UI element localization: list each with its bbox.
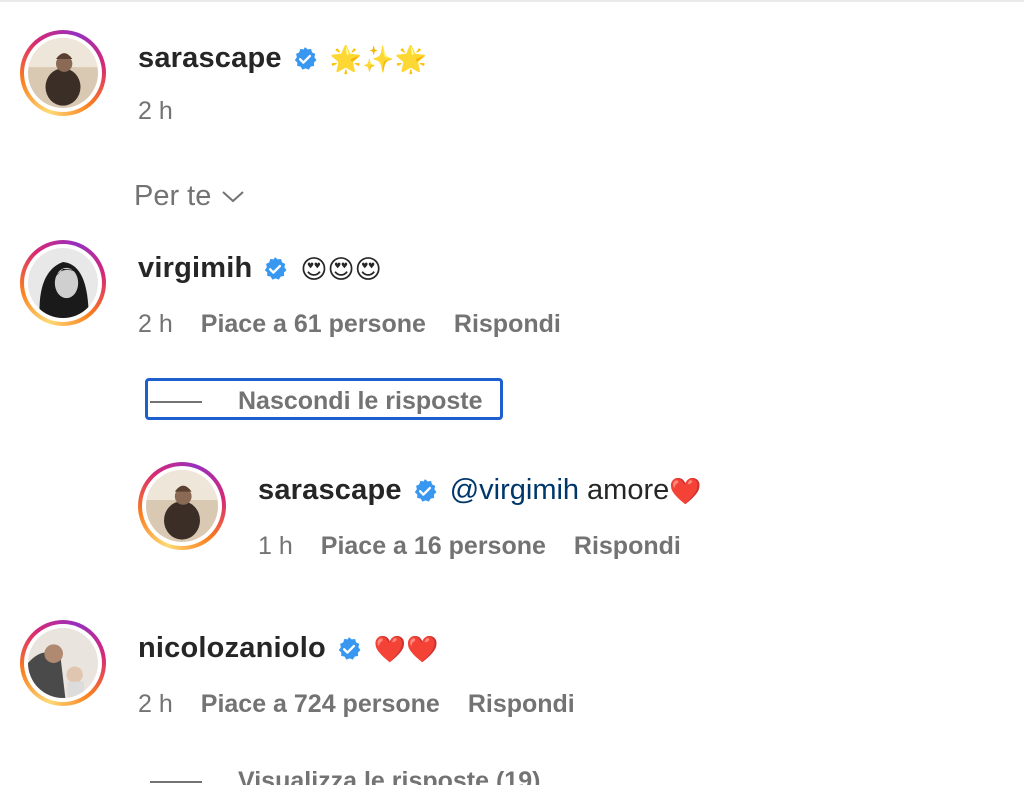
comments-panel: sarascape 🌟✨🌟 2 h Per te virgimih 😍😍😍 2 … [0,0,1024,785]
comment-meta: 2 h Piace a 61 persone Rispondi [138,310,561,339]
avatar[interactable] [138,462,226,550]
mention-link[interactable]: @virgimih [450,474,579,507]
likes-count[interactable]: Piace a 724 persone [201,690,440,719]
reply-button[interactable]: Rispondi [454,310,561,339]
comment-text: 🌟✨🌟 [329,43,427,74]
reply-meta: 1 h Piace a 16 persone Rispondi [258,532,681,561]
username[interactable]: virgimih [138,252,252,285]
view-replies-button[interactable]: Visualizza le risposte (19) [150,767,540,785]
timestamp[interactable]: 2 h [138,310,173,339]
timestamp[interactable]: 1 h [258,532,293,561]
comment-meta: 2 h Piace a 724 persone Rispondi [138,690,575,719]
reply-button[interactable]: Rispondi [574,532,681,561]
likes-count[interactable]: Piace a 61 persone [201,310,426,339]
thread-line [150,400,202,403]
username[interactable]: sarascape [258,474,402,507]
comment-header: nicolozaniolo ❤️❤️ [138,632,439,665]
profile-photo [146,470,218,542]
profile-photo [28,248,98,318]
comment-text: 😍😍😍 [300,253,382,284]
hide-replies-label: Nascondi le risposte [238,387,483,415]
likes-count[interactable]: Piace a 16 persone [321,532,546,561]
heart-emoji: ❤️ [669,475,702,506]
profile-photo [28,38,98,108]
avatar[interactable] [20,240,106,326]
sort-label: Per te [134,180,212,212]
avatar[interactable] [20,620,106,706]
verified-badge-icon [262,256,288,282]
chevron-down-icon [222,190,245,202]
reply-text: amore [587,474,670,506]
username[interactable]: sarascape [138,42,282,75]
timestamp[interactable]: 2 h [138,690,173,719]
comment-text: ❤️❤️ [373,633,439,664]
username[interactable]: nicolozaniolo [138,632,326,665]
comment-header: virgimih 😍😍😍 [138,252,382,285]
verified-badge-icon [336,636,362,662]
reply-header: sarascape @virgimih amore ❤️ [258,474,702,507]
verified-badge-icon [292,46,318,72]
avatar[interactable] [20,30,106,116]
hide-replies-button[interactable]: Nascondi le risposte [150,387,483,416]
comments-sort-dropdown[interactable]: Per te [134,180,245,213]
thread-line [150,780,202,783]
profile-photo [28,628,98,698]
reply-button[interactable]: Rispondi [468,690,575,719]
comment-header: sarascape 🌟✨🌟 [138,42,427,75]
verified-badge-icon [412,478,438,504]
view-replies-label: Visualizza le risposte (19) [238,767,541,785]
comment-meta: 2 h [138,97,201,126]
timestamp[interactable]: 2 h [138,97,173,126]
